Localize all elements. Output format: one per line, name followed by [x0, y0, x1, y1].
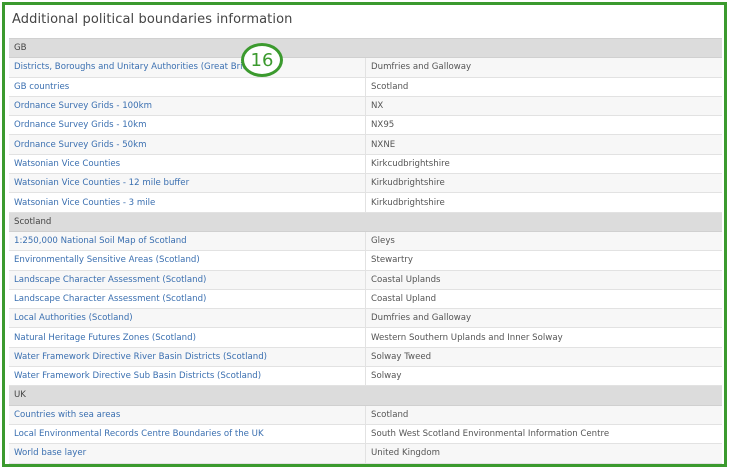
boundary-value: Scotland — [365, 76, 722, 97]
table-row: Ordnance Survey Grids - 10km NX95 — [9, 115, 722, 136]
step-number-badge: 16 — [241, 43, 283, 77]
boundary-link[interactable]: GB countries — [9, 76, 366, 97]
table-row: 1:250,000 National Soil Map of Scotland … — [9, 230, 722, 252]
group-header-uk: UK — [9, 385, 722, 406]
table-row: Landscape Character Assessment (Scotland… — [9, 269, 722, 290]
table-row: Districts, Boroughs and Unitary Authorit… — [9, 57, 722, 78]
panel-title: Additional political boundaries informat… — [12, 12, 293, 27]
boundary-link[interactable]: Landscape Character Assessment (Scotland… — [9, 269, 366, 290]
table-row: Countries with sea areas Scotland — [9, 404, 722, 425]
group-label: Scotland — [9, 211, 722, 232]
boundary-value: Stewartry — [365, 250, 722, 271]
boundary-value: Dumfries and Galloway — [365, 308, 722, 329]
table-row: Ordnance Survey Grids - 50km NXNE — [9, 134, 722, 155]
boundary-link[interactable]: World base layer — [9, 443, 366, 464]
table-row: Watsonian Vice Counties - 12 mile buffer… — [9, 173, 722, 194]
boundary-link[interactable]: Watsonian Vice Counties — [9, 153, 366, 175]
table-row: Ordnance Survey Grids - 100km NX — [9, 95, 722, 117]
table-row: Local Authorities (Scotland) Dumfries an… — [9, 308, 722, 329]
boundary-link[interactable]: Water Framework Directive Sub Basin Dist… — [9, 366, 366, 387]
table-row: Watsonian Vice Counties - 3 mile Kirkudb… — [9, 192, 722, 213]
boundary-value: Western Southern Uplands and Inner Solwa… — [365, 327, 722, 348]
boundary-value: Dumfries and Galloway — [365, 57, 722, 78]
table-row: Landscape Character Assessment (Scotland… — [9, 288, 722, 310]
boundary-value: NX95 — [365, 115, 722, 136]
boundary-link[interactable]: Natural Heritage Futures Zones (Scotland… — [9, 327, 366, 348]
boundary-value: NX — [365, 95, 722, 117]
boundaries-panel: Additional political boundaries informat… — [2, 2, 727, 467]
boundary-link[interactable]: Local Environmental Records Centre Bound… — [9, 423, 366, 445]
group-label: GB — [9, 37, 722, 59]
boundary-value: South West Scotland Environmental Inform… — [365, 423, 722, 445]
boundary-link[interactable]: Countries with sea areas — [9, 404, 366, 425]
boundary-link[interactable]: Districts, Boroughs and Unitary Authorit… — [9, 57, 366, 78]
boundary-link[interactable]: Ordnance Survey Grids - 100km — [9, 95, 366, 117]
boundary-link[interactable]: Watsonian Vice Counties - 12 mile buffer — [9, 173, 366, 194]
boundary-value: Coastal Uplands — [365, 269, 722, 290]
boundary-value: NXNE — [365, 134, 722, 155]
boundary-link[interactable]: Environmentally Sensitive Areas (Scotlan… — [9, 250, 366, 271]
boundary-value: Gleys — [365, 230, 722, 252]
boundary-link[interactable]: Landscape Character Assessment (Scotland… — [9, 288, 366, 310]
boundary-value: Kirkcudbrightshire — [365, 153, 722, 175]
boundary-value: Solway Tweed — [365, 346, 722, 368]
table-row: Water Framework Directive River Basin Di… — [9, 346, 722, 368]
boundary-value: Scotland — [365, 404, 722, 425]
boundary-value: Coastal Upland — [365, 288, 722, 310]
table-row: Local Environmental Records Centre Bound… — [9, 423, 722, 445]
table-row: GB countries Scotland — [9, 76, 722, 97]
boundary-link[interactable]: Watsonian Vice Counties - 3 mile — [9, 192, 366, 213]
group-label: UK — [9, 385, 722, 406]
table-row: Water Framework Directive Sub Basin Dist… — [9, 366, 722, 387]
table-row: World base layer United Kingdom — [9, 443, 722, 464]
boundary-value: United Kingdom — [365, 443, 722, 464]
group-header-gb: GB — [9, 37, 722, 59]
table-row: Natural Heritage Futures Zones (Scotland… — [9, 327, 722, 348]
boundary-value: Kirkudbrightshire — [365, 192, 722, 213]
table-row: Watsonian Vice Counties Kirkcudbrightshi… — [9, 153, 722, 175]
boundary-link[interactable]: Local Authorities (Scotland) — [9, 308, 366, 329]
boundary-link[interactable]: Ordnance Survey Grids - 10km — [9, 115, 366, 136]
boundaries-table: GB Districts, Boroughs and Unitary Autho… — [9, 37, 722, 464]
boundary-link[interactable]: Ordnance Survey Grids - 50km — [9, 134, 366, 155]
boundary-link[interactable]: 1:250,000 National Soil Map of Scotland — [9, 230, 366, 252]
boundary-value: Kirkudbrightshire — [365, 173, 722, 194]
boundary-value: Solway — [365, 366, 722, 387]
boundary-link[interactable]: Water Framework Directive River Basin Di… — [9, 346, 366, 368]
group-header-scotland: Scotland — [9, 211, 722, 232]
table-row: Environmentally Sensitive Areas (Scotlan… — [9, 250, 722, 271]
